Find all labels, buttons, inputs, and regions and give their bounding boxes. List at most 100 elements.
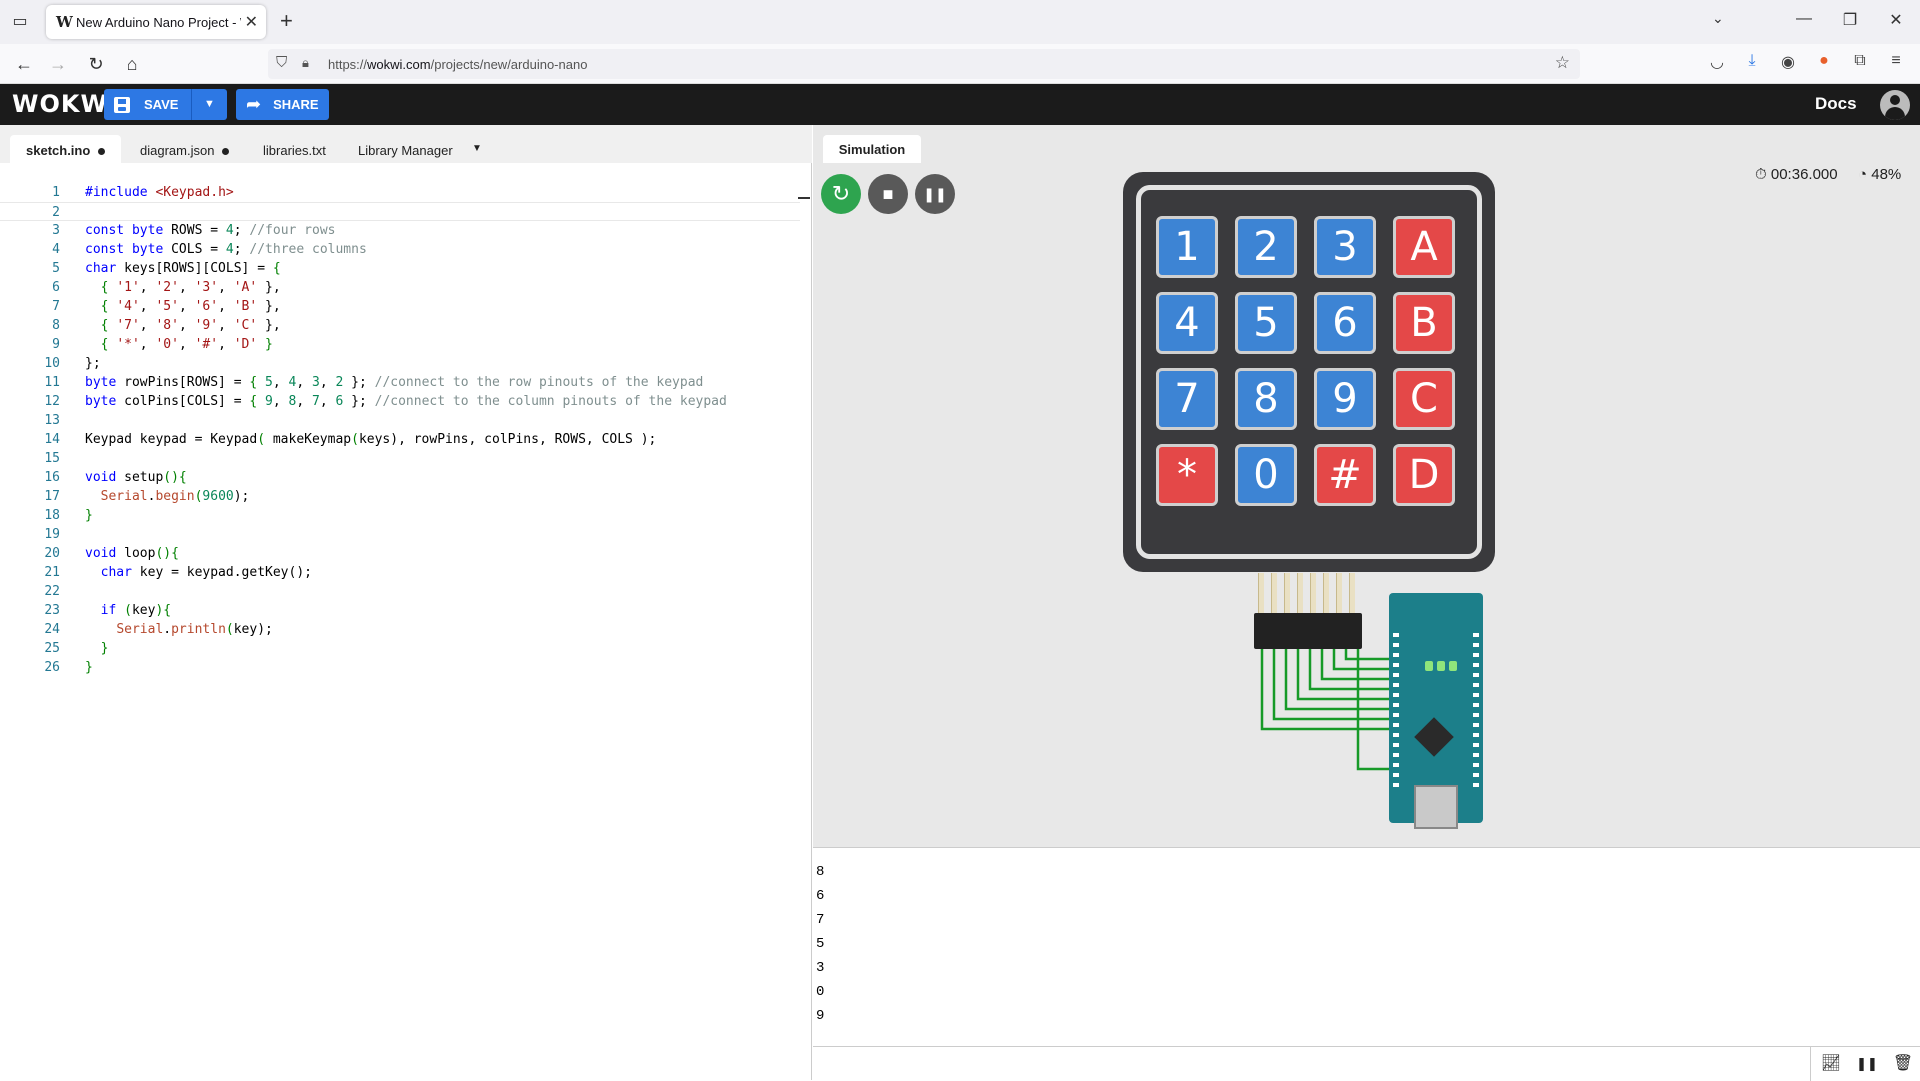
unsaved-dot-icon	[98, 148, 106, 156]
code-line[interactable]: 10};	[0, 354, 800, 373]
tab-menu-caret-icon[interactable]: ▼	[472, 143, 482, 154]
keypad-key[interactable]: C	[1393, 368, 1455, 430]
code-line[interactable]: 22	[0, 582, 800, 601]
forward-arrow-icon[interactable]: →	[46, 52, 70, 76]
code-line[interactable]: 12 byte colPins[COLS] = { 9, 8, 7, 6 }; /…	[0, 392, 800, 411]
serial-input[interactable]	[813, 1047, 1811, 1081]
keypad-key[interactable]: B	[1393, 292, 1455, 354]
speed-value: 48%	[1871, 166, 1902, 183]
window-close-icon[interactable]: ✕	[1886, 10, 1906, 30]
line-content: }	[100, 641, 109, 656]
line-number: 20	[44, 546, 60, 561]
url-text[interactable]: https://wokwi.com/projects/new/arduino-n…	[328, 57, 587, 72]
share-button[interactable]: ➦ SHARE	[236, 89, 329, 120]
tab-sketch-ino[interactable]: sketch.ino	[10, 135, 122, 163]
code-line[interactable]: 21 char key = keypad.getKey();	[0, 563, 800, 582]
plotter-chart-icon[interactable]: 📈︎	[1813, 1047, 1849, 1081]
line-number: 8	[52, 318, 60, 333]
keypad-key[interactable]: 4	[1156, 292, 1218, 354]
scrollbar-marker[interactable]	[798, 197, 810, 199]
restart-button[interactable]: ↻	[821, 174, 861, 214]
code-line[interactable]: 19	[0, 525, 800, 544]
shield-icon[interactable]: ⛉	[276, 54, 287, 71]
code-line[interactable]: 8 { '7', '8', '9', 'C' },	[0, 316, 800, 335]
code-line[interactable]: 20 void loop(){	[0, 544, 800, 563]
restore-icon[interactable]: ❐	[1840, 10, 1860, 30]
arduino-nano-board[interactable]	[1389, 593, 1483, 829]
pocket-icon[interactable]: ◡	[1705, 52, 1729, 72]
unsaved-dot-icon	[222, 148, 230, 156]
code-line[interactable]: 11 byte rowPins[ROWS] = { 5, 4, 3, 2 }; /…	[0, 373, 800, 392]
line-number: 19	[44, 527, 60, 542]
user-avatar[interactable]	[1880, 90, 1910, 120]
pause-serial-icon[interactable]: ❚❚	[1849, 1047, 1885, 1081]
minimize-icon[interactable]: —	[1794, 10, 1814, 28]
code-line[interactable]: 23 if (key){	[0, 601, 800, 620]
tab-diagram-json[interactable]: diagram.json	[124, 135, 245, 163]
share-label: SHARE	[273, 97, 319, 112]
tab-libraries-txt[interactable]: libraries.txt	[247, 135, 342, 163]
close-tab-icon[interactable]: ✕	[245, 12, 258, 32]
simulation-speed: ◔ 48%	[1858, 166, 1901, 183]
code-line[interactable]: 3 const byte ROWS = 4; //four rows	[0, 221, 800, 240]
code-line[interactable]: 18}	[0, 506, 800, 525]
download-icon[interactable]: ⤓	[1740, 52, 1764, 70]
lock-icon[interactable]: 🔒︎	[302, 55, 309, 71]
code-line[interactable]: 25 }	[0, 639, 800, 658]
address-bar[interactable]: ⛉ 🔒︎ https://wokwi.com/projects/new/ardu…	[268, 49, 1580, 79]
reload-icon[interactable]: ↻	[84, 52, 108, 76]
keypad-key[interactable]: 5	[1235, 292, 1297, 354]
serial-monitor: 8 6 7 5 3 0 9 📈︎ ❚❚ 🗑︎	[813, 847, 1920, 1081]
code-line[interactable]: 16 void setup(){	[0, 468, 800, 487]
trash-icon[interactable]: 🗑︎	[1885, 1047, 1920, 1081]
bookmark-star-icon[interactable]: ☆	[1555, 53, 1570, 73]
tab-simulation[interactable]: Simulation	[823, 135, 921, 163]
extensions-puzzle-icon[interactable]: ⧉	[1848, 52, 1872, 70]
tab-label: libraries.txt	[263, 143, 326, 158]
keypad-key[interactable]: 8	[1235, 368, 1297, 430]
keypad-key[interactable]: 9	[1314, 368, 1376, 430]
keypad-key[interactable]: #	[1314, 444, 1376, 506]
home-icon[interactable]: ⌂	[120, 52, 144, 76]
account-icon[interactable]: ◉	[1776, 52, 1800, 72]
code-line[interactable]: 14 Keypad keypad = Keypad( makeKeymap(key…	[0, 430, 800, 449]
tab-overview-icon[interactable]: ▭	[8, 10, 32, 34]
code-line[interactable]: 2	[0, 202, 800, 221]
stop-button[interactable]: ■	[868, 174, 908, 214]
keypad-key[interactable]: A	[1393, 216, 1455, 278]
keypad-key[interactable]: 7	[1156, 368, 1218, 430]
keypad-key[interactable]: 0	[1235, 444, 1297, 506]
back-arrow-icon[interactable]: ←	[12, 52, 36, 76]
keypad-key[interactable]: 3	[1314, 216, 1376, 278]
stopwatch-icon: ⏱︎	[1755, 166, 1767, 183]
code-line[interactable]: 6 { '1', '2', '3', 'A' },	[0, 278, 800, 297]
hamburger-menu-icon[interactable]: ≡	[1884, 52, 1908, 70]
code-line[interactable]: 4 const byte COLS = 4; //three columns	[0, 240, 800, 259]
extension-brave-icon[interactable]: ●	[1812, 52, 1836, 70]
chevron-down-icon[interactable]: ⌄	[1712, 10, 1724, 27]
browser-tab-active[interactable]: W New Arduino Nano Project - Wokwi ✕	[46, 5, 266, 39]
code-line[interactable]: 5 char keys[ROWS][COLS] = {	[0, 259, 800, 278]
keypad-key[interactable]: 6	[1314, 292, 1376, 354]
keypad-key[interactable]: 1	[1156, 216, 1218, 278]
docs-link[interactable]: Docs	[1815, 94, 1857, 114]
save-button[interactable]: SAVE	[104, 89, 191, 120]
code-line[interactable]: 13	[0, 411, 800, 430]
pause-button[interactable]: ❚❚	[915, 174, 955, 214]
wokwi-logo[interactable]: WOKWi	[12, 90, 117, 118]
tab-library-manager[interactable]: Library Manager	[342, 135, 469, 163]
code-line[interactable]: 15	[0, 449, 800, 468]
code-line[interactable]: 1 #include <Keypad.h>	[0, 183, 800, 202]
code-line[interactable]: 17 Serial.begin(9600);	[0, 487, 800, 506]
keypad-key[interactable]: *	[1156, 444, 1218, 506]
code-line[interactable]: 24 Serial.println(key);	[0, 620, 800, 639]
keypad-key[interactable]: D	[1393, 444, 1455, 506]
ribbon-wire	[1271, 573, 1277, 613]
keypad-key[interactable]: 2	[1235, 216, 1297, 278]
code-area[interactable]: 1 #include <Keypad.h> 2 3 const byte ROWS = …	[0, 183, 800, 677]
code-line[interactable]: 9 { '*', '0', '#', 'D' }	[0, 335, 800, 354]
code-line[interactable]: 7 { '4', '5', '6', 'B' },	[0, 297, 800, 316]
new-tab-icon[interactable]: +	[280, 8, 293, 34]
code-line[interactable]: 26}	[0, 658, 800, 677]
save-options-dropdown[interactable]: ▼	[191, 89, 227, 120]
